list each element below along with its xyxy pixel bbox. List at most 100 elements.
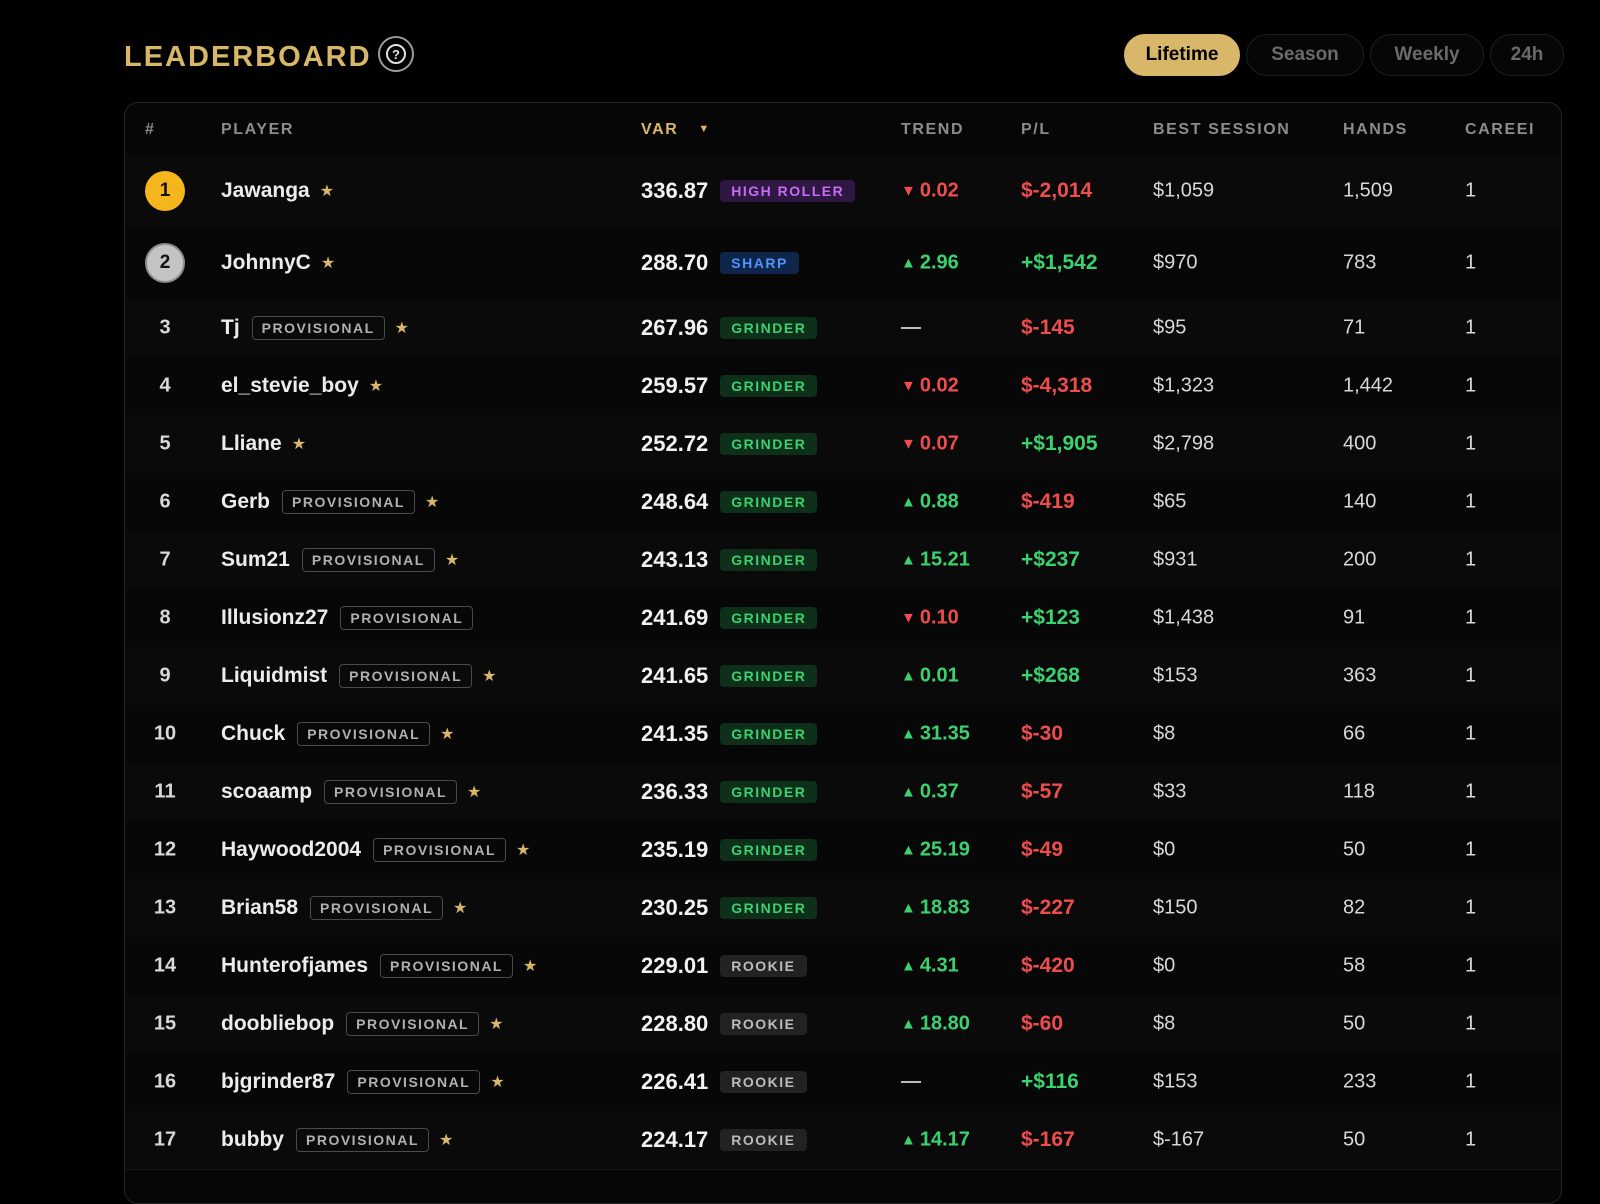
var-cell: 236.33 GRINDER xyxy=(641,779,818,805)
pl-value: $-4,318 xyxy=(1021,374,1093,397)
column-hands[interactable]: HANDS xyxy=(1343,121,1408,139)
var-cell: 267.96 GRINDER xyxy=(641,315,818,341)
help-button[interactable]: ? xyxy=(378,36,414,72)
table-row[interactable]: 16 bjgrinder87 PROVISIONAL ★ 226.41 ROOKIE — +$… xyxy=(125,1053,1561,1112)
player-name[interactable]: Jawanga xyxy=(221,179,310,203)
player-name[interactable]: Sum21 xyxy=(221,548,290,572)
star-icon: ★ xyxy=(523,958,538,975)
trend-cell: ▼ 0.02 xyxy=(901,375,959,398)
tab-season[interactable]: Season xyxy=(1246,34,1364,76)
best-session-value: $0 xyxy=(1153,954,1176,977)
player-name[interactable]: bubby xyxy=(221,1128,284,1152)
hands-value: 66 xyxy=(1343,722,1366,745)
trend-down-icon: ▼ xyxy=(901,182,916,200)
trend-cell: ▼ 0.02 xyxy=(901,180,959,203)
trend-cell: — xyxy=(901,317,921,340)
table-row[interactable]: 14 Hunterofjames PROVISIONAL ★ 229.01 ROOKIE ▲… xyxy=(125,937,1561,996)
star-icon: ★ xyxy=(424,494,440,511)
trend-cell: ▲ 0.88 xyxy=(901,491,959,514)
hands-value: 1,509 xyxy=(1343,179,1394,202)
table-row[interactable]: 6 Gerb PROVISIONAL ★ 248.64 GRINDER ▲ 0.88 $-419… xyxy=(125,473,1561,532)
player-cell: Liquidmist PROVISIONAL ★ xyxy=(221,664,496,688)
column-rank[interactable]: # xyxy=(145,121,156,139)
player-cell: Lliane ★ xyxy=(221,432,306,456)
table-row[interactable]: 8 Illusionz27 PROVISIONAL 241.69 GRINDER ▼ 0.1… xyxy=(125,589,1561,648)
column-pl[interactable]: P/L xyxy=(1021,121,1051,139)
player-name[interactable]: Lliane xyxy=(221,432,282,456)
table-row[interactable]: 5 Lliane ★ 252.72 GRINDER ▼ 0.07 +$1,905 $2,798 4… xyxy=(125,415,1561,474)
trend-cell: ▲ 25.19 xyxy=(901,839,970,862)
var-cell: 241.69 GRINDER xyxy=(641,605,818,631)
hands-value: 58 xyxy=(1343,954,1366,977)
column-player[interactable]: PLAYER xyxy=(221,121,294,139)
provisional-badge: PROVISIONAL xyxy=(251,316,385,340)
trend-cell: — xyxy=(901,1071,921,1094)
pl-value: $-145 xyxy=(1021,316,1075,339)
var-cell: 336.87 HIGH ROLLER xyxy=(641,178,856,204)
trend-value: 0.88 xyxy=(919,490,959,513)
column-best-session[interactable]: BEST SESSION xyxy=(1153,121,1290,139)
player-name[interactable]: Haywood2004 xyxy=(221,838,361,862)
table-row[interactable]: 2 JohnnyC ★ 288.70 SHARP ▲ 2.96 +$1,542 $970 783 1 xyxy=(125,227,1561,300)
player-name[interactable]: Hunterofjames xyxy=(221,954,368,978)
table-row[interactable]: 15 doobliebop PROVISIONAL ★ 228.80 ROOKIE ▲ 18.… xyxy=(125,995,1561,1054)
hands-value: 140 xyxy=(1343,490,1377,513)
rank-number: 12 xyxy=(153,838,177,861)
table-row[interactable]: 7 Sum21 PROVISIONAL ★ 243.13 GRINDER ▲ 15.21 +$2… xyxy=(125,531,1561,590)
hands-value: 1,442 xyxy=(1343,374,1394,397)
var-cell: 241.65 GRINDER xyxy=(641,663,818,689)
player-name[interactable]: Chuck xyxy=(221,722,285,746)
table-row[interactable]: 10 Chuck PROVISIONAL ★ 241.35 GRINDER ▲ 31.35 $-… xyxy=(125,705,1561,764)
provisional-badge: PROVISIONAL xyxy=(340,606,474,630)
pl-value: $-420 xyxy=(1021,954,1075,977)
trend-down-icon: ▼ xyxy=(901,435,916,453)
provisional-badge: PROVISIONAL xyxy=(282,490,415,514)
provisional-badge: PROVISIONAL xyxy=(296,1128,429,1152)
trend-value: 0.02 xyxy=(919,374,959,397)
table-row[interactable]: 11 scoaamp PROVISIONAL ★ 236.33 GRINDER ▲ 0.37 $… xyxy=(125,763,1561,822)
trend-value: — xyxy=(901,316,921,339)
rank-medal-silver: 2 xyxy=(145,243,185,283)
star-icon: ★ xyxy=(291,436,307,453)
table-row[interactable]: 1 Jawanga ★ 336.87 HIGH ROLLER ▼ 0.02 $-2,014 $1… xyxy=(125,155,1561,228)
tier-badge: GRINDER xyxy=(720,839,818,861)
player-name[interactable]: Gerb xyxy=(221,490,270,514)
star-icon: ★ xyxy=(489,1016,504,1033)
star-icon: ★ xyxy=(490,1074,505,1091)
tab-weekly[interactable]: Weekly xyxy=(1370,34,1484,76)
player-name[interactable]: Illusionz27 xyxy=(221,606,328,630)
player-name[interactable]: scoaamp xyxy=(221,780,312,804)
tab-24h[interactable]: 24h xyxy=(1490,34,1564,76)
column-career[interactable]: CAREEI xyxy=(1465,121,1535,139)
page-title: LEADERBOARD xyxy=(124,41,372,73)
hands-value: 363 xyxy=(1343,664,1377,687)
player-cell: Brian58 PROVISIONAL ★ xyxy=(221,896,467,920)
trend-up-icon: ▲ xyxy=(901,725,916,743)
column-var-label: VAR xyxy=(641,121,679,138)
pl-value: $-227 xyxy=(1021,896,1075,919)
pl-value: +$1,905 xyxy=(1021,432,1098,455)
column-trend[interactable]: TREND xyxy=(901,121,964,139)
player-cell: Illusionz27 PROVISIONAL xyxy=(221,606,474,630)
table-row[interactable]: 17 bubby PROVISIONAL ★ 224.17 ROOKIE ▲ 14.17 $-1… xyxy=(125,1111,1561,1170)
tier-badge: GRINDER xyxy=(720,897,818,919)
player-name[interactable]: Brian58 xyxy=(221,896,298,920)
player-name[interactable]: el_stevie_boy xyxy=(221,374,359,398)
column-var[interactable]: VAR ▼ xyxy=(641,121,711,139)
provisional-badge: PROVISIONAL xyxy=(310,896,444,920)
tier-badge: ROOKIE xyxy=(720,955,807,977)
table-row[interactable]: 13 Brian58 PROVISIONAL ★ 230.25 GRINDER ▲ 18.83… xyxy=(125,879,1561,938)
table-row[interactable]: 12 Haywood2004 PROVISIONAL ★ 235.19 GRINDER ▲ 2… xyxy=(125,821,1561,880)
player-name[interactable]: JohnnyC xyxy=(221,251,311,275)
player-name[interactable]: bjgrinder87 xyxy=(221,1070,335,1094)
best-session-value: $153 xyxy=(1153,664,1198,687)
player-name[interactable]: doobliebop xyxy=(221,1012,334,1036)
table-row[interactable]: 9 Liquidmist PROVISIONAL ★ 241.65 GRINDER ▲ 0.0… xyxy=(125,647,1561,706)
table-row[interactable]: 3 Tj PROVISIONAL ★ 267.96 GRINDER — $-145 $95 71 1 xyxy=(125,299,1561,358)
table-row[interactable]: 4 el_stevie_boy ★ 259.57 GRINDER ▼ 0.02 $-4,318… xyxy=(125,357,1561,416)
player-name[interactable]: Liquidmist xyxy=(221,664,327,688)
player-name[interactable]: Tj xyxy=(221,316,240,340)
rank-number: 3 xyxy=(159,316,171,339)
tab-lifetime[interactable]: Lifetime xyxy=(1124,34,1240,76)
tier-badge: GRINDER xyxy=(720,665,818,687)
